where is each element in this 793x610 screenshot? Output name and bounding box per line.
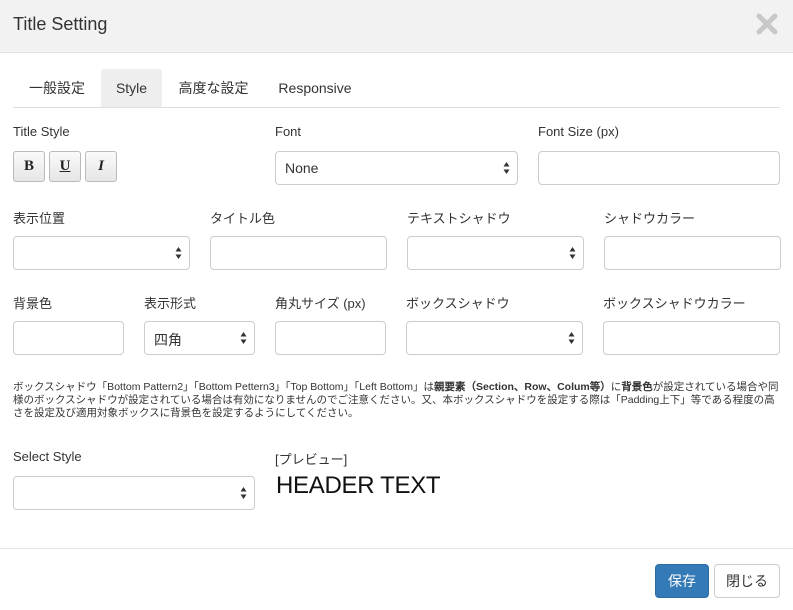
close-button[interactable]: 閉じる bbox=[714, 564, 780, 598]
footer-divider bbox=[0, 548, 793, 549]
close-icon[interactable] bbox=[755, 12, 779, 36]
text-shadow-label: テキストシャドウ bbox=[407, 211, 511, 226]
font-size-input[interactable] bbox=[538, 151, 780, 185]
save-button[interactable]: 保存 bbox=[655, 564, 709, 598]
preview-label: [プレビュー] bbox=[275, 452, 348, 467]
bold-button[interactable]: B bbox=[13, 151, 45, 182]
font-select[interactable]: None bbox=[275, 151, 518, 185]
display-format-select[interactable]: 四角 bbox=[144, 321, 255, 355]
tab-responsive[interactable]: Responsive bbox=[265, 69, 365, 107]
font-label: Font bbox=[275, 124, 302, 139]
dialog-header: Title Setting bbox=[0, 0, 793, 53]
display-position-label: 表示位置 bbox=[13, 211, 66, 226]
box-shadow-color-label: ボックスシャドウカラー bbox=[603, 296, 746, 311]
title-style-label: Title Style bbox=[13, 124, 70, 139]
select-style-select[interactable] bbox=[13, 476, 255, 510]
tab-advanced[interactable]: 高度な設定 bbox=[162, 69, 265, 107]
box-shadow-color-input[interactable] bbox=[603, 321, 780, 355]
updown-arrow-icon bbox=[503, 162, 510, 174]
title-color-input[interactable] bbox=[210, 236, 387, 270]
updown-arrow-icon bbox=[240, 332, 247, 344]
display-format-label: 表示形式 bbox=[144, 296, 197, 311]
dialog-title: Title Setting bbox=[13, 14, 108, 34]
corner-size-label: 角丸サイズ (px) bbox=[275, 296, 366, 311]
font-select-value: None bbox=[285, 160, 319, 176]
tab-general[interactable]: 一般設定 bbox=[13, 69, 101, 107]
box-shadow-label: ボックスシャドウ bbox=[406, 296, 510, 311]
select-style-label: Select Style bbox=[13, 449, 82, 464]
updown-arrow-icon bbox=[568, 332, 575, 344]
display-format-value: 四角 bbox=[154, 332, 182, 348]
italic-button[interactable]: I bbox=[85, 151, 117, 182]
shadow-color-input[interactable] bbox=[604, 236, 781, 270]
text-shadow-select[interactable] bbox=[407, 236, 584, 270]
font-size-label: Font Size (px) bbox=[538, 124, 619, 139]
display-position-select[interactable] bbox=[13, 236, 190, 270]
preview-header-text: HEADER TEXT bbox=[276, 472, 441, 499]
box-shadow-select[interactable] bbox=[406, 321, 583, 355]
updown-arrow-icon bbox=[175, 247, 182, 259]
bg-color-input[interactable] bbox=[13, 321, 124, 355]
corner-size-input[interactable] bbox=[275, 321, 386, 355]
updown-arrow-icon bbox=[569, 247, 576, 259]
bg-color-label: 背景色 bbox=[13, 296, 53, 311]
box-shadow-note: ボックスシャドウ「Bottom Pattern2」「Bottom Pettern… bbox=[13, 381, 779, 419]
tab-bar: 一般設定 Style 高度な設定 Responsive bbox=[13, 69, 780, 108]
underline-button[interactable]: U bbox=[49, 151, 81, 182]
shadow-color-label: シャドウカラー bbox=[604, 211, 696, 226]
title-color-label: タイトル色 bbox=[210, 211, 276, 226]
tab-style[interactable]: Style bbox=[101, 69, 162, 107]
updown-arrow-icon bbox=[240, 487, 247, 499]
